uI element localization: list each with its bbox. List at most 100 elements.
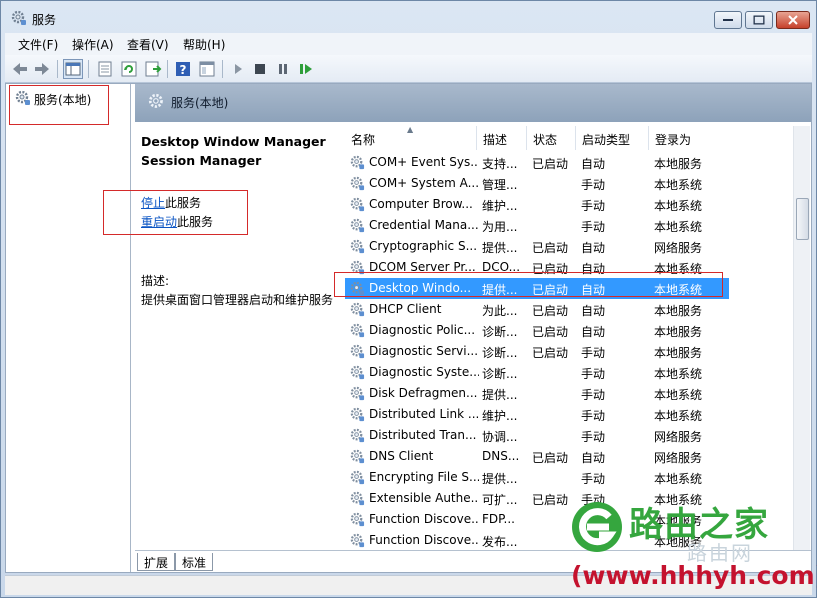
service-log-on-as-cell: 本地服务 (654, 346, 703, 360)
services-list: 名称 ▲ 描述 状态 启动类型 登录为 COM+ Event Sys... 支持.… (345, 126, 800, 552)
service-gear-icon (350, 428, 365, 446)
scrollbar-thumb[interactable] (796, 198, 809, 240)
toolbar-separator (88, 60, 89, 78)
service-name-cell: Distributed Link ... (369, 407, 479, 421)
service-row[interactable]: Computer Brow... 维护... 手动 本地系统 (345, 194, 729, 215)
service-row[interactable]: Distributed Link ... 维护... 手动 本地系统 (345, 404, 729, 425)
service-row[interactable]: Diagnostic Polic... 诊断... 已启动 自动 本地服务 (345, 320, 729, 341)
refresh-icon[interactable] (119, 59, 139, 79)
service-name-cell: Diagnostic Polic... (369, 323, 476, 337)
service-status-cell: 已启动 (532, 346, 569, 360)
column-header-log-on-as[interactable]: 登录为 (649, 126, 795, 150)
service-row[interactable]: DNS Client DNS... 已启动 自动 网络服务 (345, 446, 729, 467)
service-row[interactable]: COM+ System A... 管理... 手动 本地系统 (345, 173, 729, 194)
selected-service-name-line2: Session Manager (141, 153, 262, 168)
service-startup-type-cell: 手动 (581, 472, 606, 486)
stop-service-icon[interactable] (250, 59, 270, 79)
service-gear-icon (350, 449, 365, 467)
service-description-cell: 提供... (482, 472, 518, 486)
service-row[interactable]: Disk Defragmen... 提供... 手动 本地系统 (345, 383, 729, 404)
console-tree: 服务(本地) (6, 84, 131, 572)
toolbar: ? (5, 55, 812, 83)
mmc-console-icon[interactable] (197, 59, 217, 79)
service-row[interactable]: Diagnostic Servi... 诊断... 已启动 手动 本地服务 (345, 341, 729, 362)
service-gear-icon (350, 155, 365, 173)
service-gear-icon (350, 197, 365, 215)
service-gear-icon (350, 323, 365, 341)
service-startup-type-cell: 手动 (581, 178, 606, 192)
toolbar-separator (222, 60, 223, 78)
service-gear-icon (350, 512, 365, 530)
service-gear-icon (350, 533, 365, 551)
menu-view[interactable]: 查看(V) (127, 36, 169, 53)
service-description-cell: 提供... (482, 388, 518, 402)
minimize-button[interactable] (714, 11, 742, 29)
show-hide-tree-icon[interactable] (63, 59, 83, 79)
service-name-cell: Distributed Tran... (369, 428, 477, 442)
service-description-cell: 提供... (482, 241, 518, 255)
service-row[interactable]: Diagnostic Syste... 诊断... 手动 本地系统 (345, 362, 729, 383)
service-description-cell: 为此... (482, 304, 518, 318)
service-name-cell: Diagnostic Servi... (369, 344, 479, 358)
service-description-cell: 协调... (482, 430, 518, 444)
selected-service-name: Desktop Window Manager Session Manager (141, 132, 341, 170)
start-service-icon[interactable] (228, 59, 248, 79)
service-startup-type-cell: 手动 (581, 409, 606, 423)
properties-icon[interactable] (95, 59, 115, 79)
help-icon[interactable]: ? (173, 59, 193, 79)
service-log-on-as-cell: 网络服务 (654, 451, 703, 465)
service-name-cell: Diagnostic Syste... (369, 365, 479, 379)
service-description-cell: 管理... (482, 178, 518, 192)
column-header-name[interactable]: 名称 ▲ (345, 126, 477, 150)
service-status-cell: 已启动 (532, 241, 569, 255)
column-header-status[interactable]: 状态 (527, 126, 576, 150)
service-row[interactable]: Credential Mana... 为用... 手动 本地系统 (345, 215, 729, 236)
service-row[interactable]: Encrypting File S... 提供... 手动 本地系统 (345, 467, 729, 488)
service-gear-icon (350, 302, 365, 320)
service-status-cell: 已启动 (532, 325, 569, 339)
service-description-cell: 发布... (482, 535, 518, 549)
service-log-on-as-cell: 网络服务 (654, 430, 703, 444)
service-status-cell: 已启动 (532, 157, 569, 171)
service-row[interactable]: COM+ Event Sys... 支持... 已启动 自动 本地服务 (345, 152, 729, 173)
toolbar-separator (57, 60, 58, 78)
service-name-cell: Function Discove... (369, 533, 479, 547)
column-header-startup-type[interactable]: 启动类型 (576, 126, 649, 150)
service-log-on-as-cell: 本地系统 (654, 472, 703, 486)
service-description-cell: 为用... (482, 220, 518, 234)
service-description-cell: 诊断... (482, 367, 518, 381)
column-header-label: 启动类型 (582, 133, 631, 147)
close-button[interactable] (776, 11, 810, 29)
back-arrow-icon[interactable] (10, 59, 30, 79)
tab-standard[interactable]: 标准 (175, 553, 214, 571)
column-header-label: 状态 (533, 133, 558, 147)
menu-help[interactable]: 帮助(H) (183, 36, 225, 53)
service-row[interactable]: DHCP Client 为此... 已启动 自动 本地服务 (345, 299, 729, 320)
vertical-scrollbar[interactable] (793, 126, 810, 552)
service-gear-icon (350, 365, 365, 383)
title-bar[interactable]: 服务 (1, 1, 816, 33)
panel-title: 服务(本地) (171, 96, 229, 110)
service-name-cell: COM+ Event Sys... (369, 155, 479, 169)
restart-service-icon[interactable] (296, 59, 316, 79)
menu-action[interactable]: 操作(A) (72, 36, 114, 53)
menu-file[interactable]: 文件(F) (18, 36, 58, 53)
service-log-on-as-cell: 本地系统 (654, 178, 703, 192)
pause-service-icon[interactable] (273, 59, 293, 79)
service-name-cell: COM+ System A... (369, 176, 479, 190)
column-header-description[interactable]: 描述 (477, 126, 527, 150)
service-startup-type-cell: 手动 (581, 220, 606, 234)
forward-arrow-icon[interactable] (32, 59, 52, 79)
service-row[interactable]: Distributed Tran... 协调... 手动 网络服务 (345, 425, 729, 446)
service-log-on-as-cell: 本地系统 (654, 367, 703, 381)
maximize-button[interactable] (745, 11, 773, 29)
service-name-cell: DHCP Client (369, 302, 442, 316)
service-startup-type-cell: 自动 (581, 157, 606, 171)
service-row[interactable]: Cryptographic S... 提供... 已启动 自动 网络服务 (345, 236, 729, 257)
annotation-box-selected-row (334, 272, 723, 297)
column-header-label: 名称 (351, 133, 376, 147)
service-startup-type-cell: 手动 (581, 367, 606, 381)
export-list-icon[interactable] (143, 59, 163, 79)
tab-extended[interactable]: 扩展 (137, 553, 176, 571)
service-status-cell: 已启动 (532, 451, 569, 465)
